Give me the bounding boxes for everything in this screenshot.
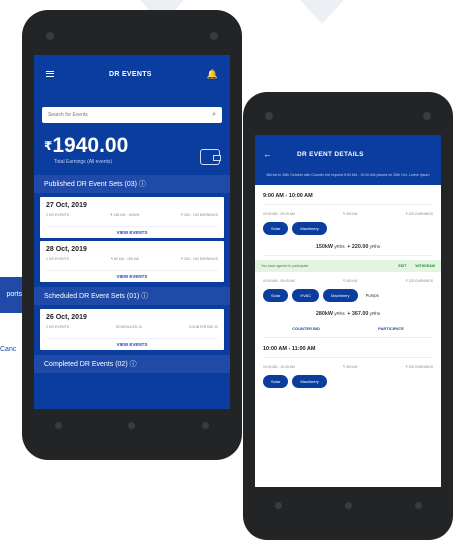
phone-mockup-left: DR EVENTS 🔔 ⌕ ₹1940.00 Total Earnings (A… [22, 10, 242, 460]
earnings-panel: ₹1940.00 Total Earnings (All events) [34, 123, 230, 175]
completed-section-header: Completed DR Events (02) ⓘ [34, 355, 230, 373]
slot-meta: 09:00 AM - 09:45 AM ₹ 400 kW ₹ 220 EARNI… [263, 278, 433, 283]
load-chip-solar[interactable]: Solar [263, 374, 289, 388]
earnings-label: Total Earnings (All events) [54, 159, 113, 165]
load-chip-solar[interactable]: Solar [263, 288, 289, 302]
view-events-button[interactable]: VIEW EVENTS [46, 226, 218, 235]
load-chip-machinery[interactable]: Machinery [292, 221, 327, 235]
app-bar: DR EVENTS 🔔 [34, 55, 230, 93]
event-meta: 1 DR EVENTS ₹ 80 kW - 150 kW ₹ 200 - 150… [46, 257, 218, 261]
withdraw-button[interactable]: WITHDRAW [415, 264, 435, 268]
page-title: DR EVENT DETAILS [297, 150, 364, 158]
dr-event-details-screen: ← DR EVENT DETAILS Bid set in 26th Octob… [255, 135, 441, 487]
load-chip-machinery[interactable]: Machinery [323, 288, 358, 302]
event-date: 26 Oct, 2019 [46, 314, 87, 321]
search-input[interactable] [48, 112, 188, 118]
counter-bid-button[interactable]: COUNTER BID [292, 326, 320, 331]
event-card: 28 Oct, 2019 1 DR EVENTS ₹ 80 kW - 150 k… [40, 241, 224, 282]
time-slot: 10:00 AM - 11:00 AM 10:00 AM - 10:45 AM … [255, 338, 441, 392]
phone-nav-bar [22, 410, 242, 440]
participate-button[interactable]: PARTICIPATE [378, 326, 404, 331]
event-meta: 2 DR EVENTS SCHEDULED 12 COUNTER BID 12 [46, 325, 218, 329]
notification-bell-icon[interactable]: 🔔 [207, 69, 218, 80]
slot-actions: COUNTER BID PARTICIPATE [263, 322, 433, 338]
participation-banner: You have agreed to participate EDIT WITH… [255, 259, 441, 272]
load-price-summary: 150kW yRhs + 220.00 yRhs [263, 239, 433, 256]
load-label-pumps[interactable]: Pumps [366, 293, 379, 298]
view-events-button[interactable]: VIEW EVENTS [46, 270, 218, 279]
recents-nav-icon[interactable] [201, 421, 209, 429]
completed-list [34, 373, 230, 409]
search-bar[interactable]: ⌕ [42, 107, 222, 123]
view-events-button[interactable]: VIEW EVENTS [46, 338, 218, 347]
load-chip-solar[interactable]: Solar [263, 221, 289, 235]
participation-status: You have agreed to participate [261, 263, 309, 268]
phone-mockup-right: ← DR EVENT DETAILS Bid set in 26th Octob… [243, 92, 453, 540]
recents-nav-icon[interactable] [414, 501, 422, 509]
event-card: 26 Oct, 2019 2 DR EVENTS SCHEDULED 12 CO… [40, 309, 224, 350]
home-nav-icon[interactable] [128, 421, 136, 429]
showcase-stage: ports Canc DR EVENTS 🔔 ⌕ ₹1940.00 Total … [0, 0, 453, 541]
edit-button[interactable]: EDIT [398, 264, 406, 268]
page-title: DR EVENTS [109, 70, 152, 78]
load-chips: Solar Machinery [263, 220, 433, 239]
load-price-summary: 280kW yRhs + 367.00 yRhs [315, 310, 381, 317]
slot-time: 10:00 AM - 11:00 AM [263, 338, 433, 358]
time-slot: 9:00 AM - 10:00 AM 09:00 AM - 09:15 AM ₹… [255, 185, 441, 272]
load-chip-machinery[interactable]: Machinery [292, 374, 327, 388]
slot-meta: 09:00 AM - 09:15 AM ₹ 400 kW ₹ 220 EARNI… [263, 211, 433, 216]
back-nav-icon[interactable] [55, 421, 63, 429]
published-list: 27 Oct, 2019 2 DR EVENTS ₹ 180 kW - 150k… [34, 193, 230, 287]
sensor-icon [423, 112, 431, 120]
bid-info-text: Bid set in 26th October with Counter bid… [255, 173, 441, 185]
load-chips: Solar Machinery [263, 373, 433, 392]
event-card: 27 Oct, 2019 2 DR EVENTS ₹ 180 kW - 150k… [40, 197, 224, 238]
search-container: ⌕ [34, 93, 230, 123]
slot-time: 9:00 AM - 10:00 AM [263, 185, 433, 205]
sensor-icon [210, 32, 218, 40]
time-slot: 09:00 AM - 09:45 AM ₹ 400 kW ₹ 220 EARNI… [255, 272, 441, 338]
back-arrow-icon[interactable]: ← [263, 149, 297, 159]
slot-meta: 10:00 AM - 10:45 AM ₹ 400 kW ₹ 220 EARNI… [263, 364, 433, 369]
scheduled-list: 26 Oct, 2019 2 DR EVENTS SCHEDULED 12 CO… [34, 305, 230, 355]
camera-icon [46, 32, 54, 40]
scheduled-section-header: Scheduled DR Event Sets (01) ⓘ [34, 287, 230, 305]
app-bar: ← DR EVENT DETAILS [255, 135, 441, 173]
event-date: 28 Oct, 2019 [46, 246, 87, 253]
wallet-icon [200, 149, 221, 165]
back-nav-icon[interactable] [274, 501, 282, 509]
published-section-header: Published DR Event Sets (03) ⓘ [34, 175, 230, 193]
load-chip-hvac[interactable]: HVAC [292, 288, 320, 302]
menu-icon[interactable] [46, 71, 54, 77]
background-decoration [300, 0, 344, 24]
load-chips: Solar HVAC Machinery Pumps [263, 287, 433, 306]
event-date: 27 Oct, 2019 [46, 202, 87, 209]
camera-icon [265, 112, 273, 120]
phone-nav-bar [243, 490, 453, 520]
home-nav-icon[interactable] [344, 501, 352, 509]
dr-events-screen: DR EVENTS 🔔 ⌕ ₹1940.00 Total Earnings (A… [34, 55, 230, 409]
event-meta: 2 DR EVENTS ₹ 180 kW - 150kW ₹ 200 - 150… [46, 213, 218, 217]
search-icon[interactable]: ⌕ [212, 111, 216, 119]
total-earnings-amount: ₹1940.00 [44, 134, 129, 157]
cropped-menu-item[interactable]: ports [0, 277, 24, 313]
